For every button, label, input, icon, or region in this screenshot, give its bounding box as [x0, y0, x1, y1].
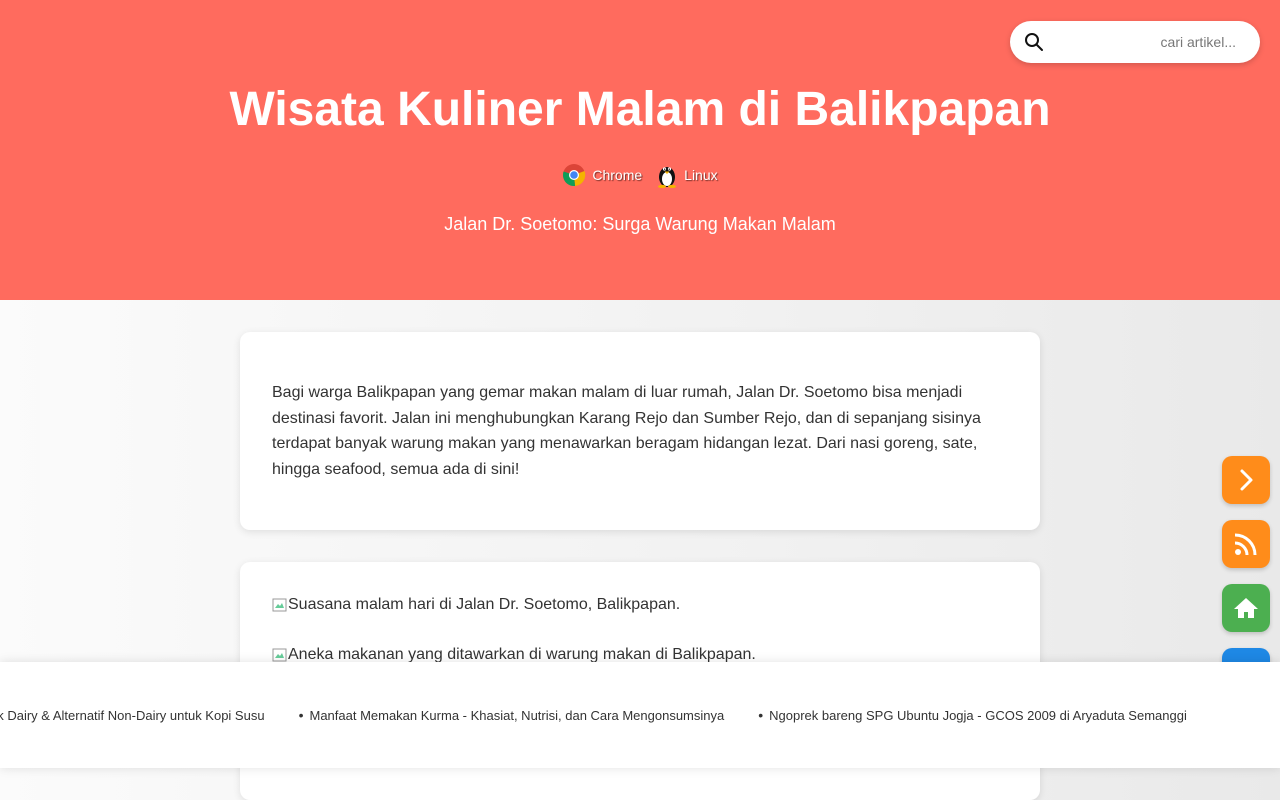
page-title: Wisata Kuliner Malam di Balikpapan: [229, 83, 1051, 136]
hero-header: Wisata Kuliner Malam di Balikpapan Chrom…: [0, 0, 1280, 300]
ticker-item-label: uk Dairy & Alternatif Non-Dairy untuk Ko…: [0, 707, 265, 723]
badge-chrome-label: Chrome: [592, 167, 643, 183]
tux-icon: [658, 167, 677, 188]
bullet-icon: •: [298, 707, 304, 723]
next-button[interactable]: [1222, 456, 1270, 504]
ticker-item-label: Manfaat Memakan Kurma - Khasiat, Nutrisi…: [309, 707, 725, 723]
badge-chrome: Chrome: [562, 163, 642, 187]
broken-image-icon: [272, 648, 287, 662]
search-input[interactable]: [1056, 29, 1246, 55]
chevron-right-icon: [1240, 469, 1253, 491]
ticker-item[interactable]: uk Dairy & Alternatif Non-Dairy untuk Ko…: [0, 707, 265, 723]
chrome-icon: [563, 164, 586, 187]
article-intro-card: Bagi warga Balikpapan yang gemar makan m…: [240, 332, 1040, 530]
bullet-icon: •: [758, 707, 764, 723]
ticker-item-label: Ngoprek bareng SPG Ubuntu Jogja - GCOS 2…: [769, 707, 1187, 723]
broken-image-icon: [272, 598, 287, 612]
search-icon[interactable]: [1024, 32, 1044, 52]
article-image: Suasana malam hari di Jalan Dr. Soetomo,…: [272, 596, 680, 614]
ticker-item[interactable]: • Ngoprek bareng SPG Ubuntu Jogja - GCOS…: [758, 707, 1187, 723]
search-box[interactable]: [1010, 21, 1260, 63]
platform-badges: Chrome Linux: [0, 162, 1280, 188]
page-subtitle: Jalan Dr. Soetomo: Surga Warung Makan Ma…: [444, 214, 836, 234]
home-icon: [1234, 598, 1258, 618]
rss-button[interactable]: [1222, 520, 1270, 568]
ticker-item[interactable]: • Manfaat Memakan Kurma - Khasiat, Nutri…: [299, 707, 725, 723]
article-intro-text: Bagi warga Balikpapan yang gemar makan m…: [272, 384, 981, 478]
badge-linux-label: Linux: [684, 167, 718, 183]
rss-icon: [1234, 533, 1257, 556]
news-ticker: uk Dairy & Alternatif Non-Dairy untuk Ko…: [0, 662, 1280, 768]
badge-linux: Linux: [656, 162, 718, 188]
article-image-alt: Suasana malam hari di Jalan Dr. Soetomo,…: [288, 596, 681, 613]
ticker-track: uk Dairy & Alternatif Non-Dairy untuk Ko…: [0, 707, 1187, 723]
home-button[interactable]: [1222, 584, 1270, 632]
